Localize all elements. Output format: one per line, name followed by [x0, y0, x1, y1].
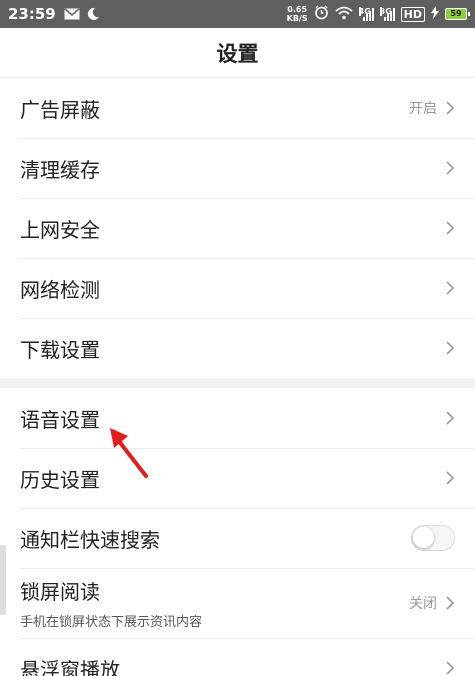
setting-label: 下载设置: [20, 337, 100, 362]
settings-list: 广告屏蔽 开启 清理缓存 上网安全 网络检测 下载设置 语音设置 历史设置 通知…: [0, 78, 475, 676]
signal-icon: 4G: [358, 7, 374, 21]
chevron-right-icon: [446, 411, 455, 425]
chevron-right-icon: [446, 281, 455, 295]
setting-history[interactable]: 历史设置: [0, 448, 475, 508]
setting-label: 广告屏蔽: [20, 97, 100, 122]
chevron-right-icon: [446, 221, 455, 235]
setting-value: 关闭: [409, 596, 437, 612]
signal-icon-2: 3G: [379, 7, 395, 21]
setting-label: 上网安全: [20, 217, 100, 242]
chevron-right-icon: [446, 596, 455, 610]
setting-label: 清理缓存: [20, 157, 100, 182]
setting-subtitle: 手机在锁屏状态下展示资讯内容: [20, 615, 203, 630]
chevron-right-icon: [446, 661, 455, 675]
notification-search-toggle[interactable]: [411, 525, 455, 551]
chevron-right-icon: [446, 161, 455, 175]
toggle-knob: [413, 527, 434, 548]
network-speed: 0.65 KB/S: [287, 5, 308, 23]
moon-icon: [86, 7, 100, 21]
speed-unit: KB/S: [286, 14, 308, 23]
setting-label: 网络检测: [20, 277, 100, 302]
net-label-3g: 3G: [379, 7, 392, 16]
chevron-right-icon: [446, 101, 455, 115]
net-label-4g: 4G: [358, 7, 371, 16]
section-divider: [0, 378, 475, 388]
status-time: 23:59: [8, 5, 56, 23]
speed-value: 0.65: [287, 5, 308, 14]
page-title: 设置: [216, 41, 259, 66]
setting-lockscreen-reading[interactable]: 锁屏阅读 手机在锁屏状态下展示资讯内容 关闭: [0, 568, 475, 638]
alarm-icon: [314, 5, 329, 23]
setting-notification-search: 通知栏快速搜索: [0, 508, 475, 568]
charging-icon: [431, 6, 439, 22]
setting-voice[interactable]: 语音设置: [0, 388, 475, 448]
edge-handle[interactable]: [0, 545, 6, 615]
setting-label: 通知栏快速搜索: [20, 527, 160, 552]
setting-label: 历史设置: [20, 467, 100, 492]
setting-download[interactable]: 下载设置: [0, 318, 475, 378]
setting-value: 开启: [409, 101, 437, 117]
status-bar: 23:59 0.65 KB/S 4G 3G HD 59: [0, 0, 475, 28]
hd-badge: HD: [400, 6, 425, 22]
setting-label: 锁屏阅读: [20, 580, 100, 604]
setting-browsing-security[interactable]: 上网安全: [0, 198, 475, 258]
chevron-right-icon: [446, 341, 455, 355]
wifi-icon: [335, 6, 353, 23]
setting-network-check[interactable]: 网络检测: [0, 258, 475, 318]
setting-ad-block[interactable]: 广告屏蔽 开启: [0, 78, 475, 138]
setting-label: 语音设置: [20, 407, 100, 432]
header: 设置: [0, 28, 475, 78]
mail-icon: [64, 8, 80, 20]
battery-indicator: 59: [445, 8, 470, 20]
setting-clear-cache[interactable]: 清理缓存: [0, 138, 475, 198]
setting-label: 悬浮窗播放: [20, 657, 120, 676]
setting-floating-window[interactable]: 悬浮窗播放: [0, 638, 475, 676]
chevron-right-icon: [446, 471, 455, 485]
